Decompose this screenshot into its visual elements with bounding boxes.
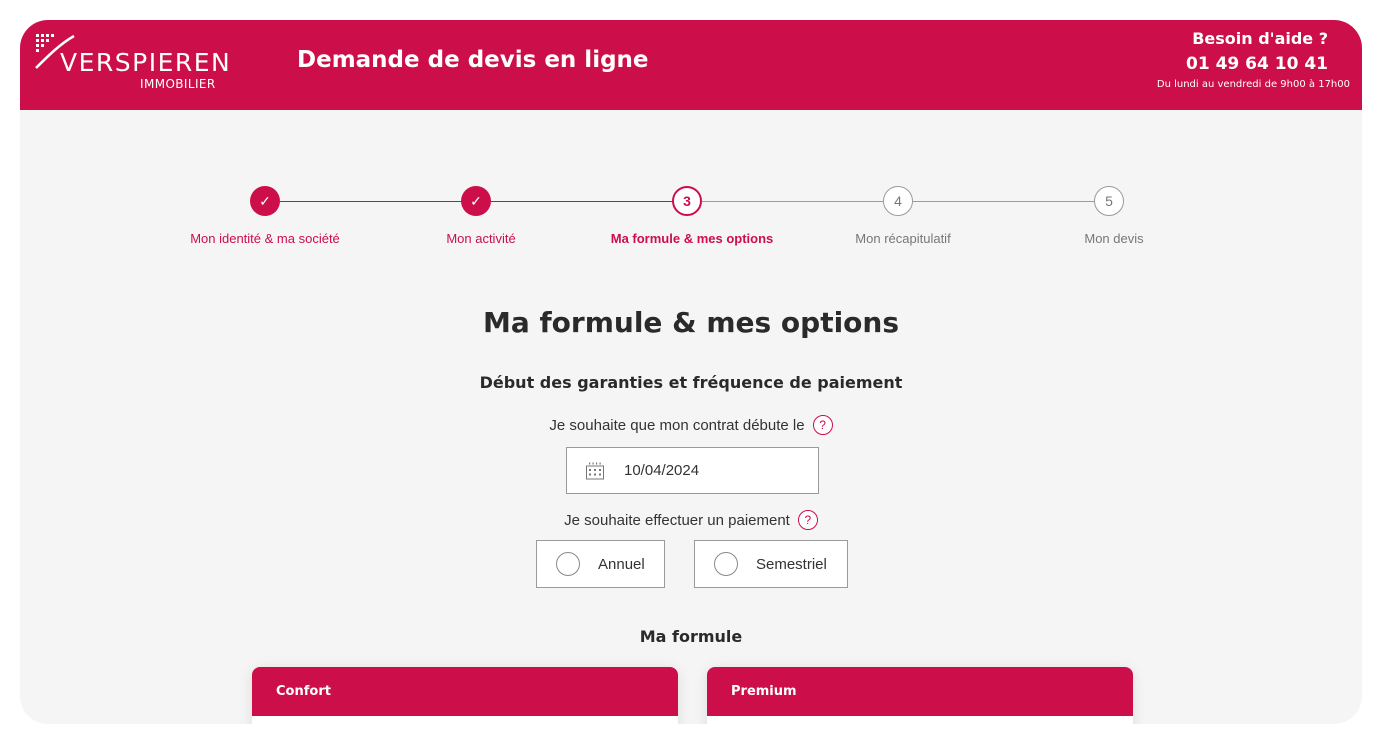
help-phone[interactable]: 01 49 64 10 41 [1090,54,1328,74]
step-5-number: 5 [1105,193,1113,209]
start-date-question-text: Je souhaite que mon contrat débute le [549,416,805,434]
payment-question: Je souhaite effectuer un paiement ? [20,510,1362,530]
step-4-number: 4 [894,193,902,209]
payment-option-annuel[interactable]: Annuel [536,540,665,588]
section-title: Début des garanties et fréquence de paie… [479,373,903,392]
step-4-label: Mon récapitulatif [855,231,951,246]
brand-sub: IMMOBILIER [140,77,216,91]
start-date-question: Je souhaite que mon contrat débute le ? [20,415,1362,435]
radio-circle[interactable] [556,552,580,576]
brand-logo[interactable]: VERSPIEREN IMMOBILIER [34,32,234,92]
payment-option-semestriel[interactable]: Semestriel [694,540,848,588]
step-connector [280,201,476,202]
step-5-marker: 5 [1094,186,1124,216]
help-block: Besoin d'aide ? 01 49 64 10 41 Du lundi … [1090,29,1350,90]
step-2-label[interactable]: Mon activité [371,231,591,246]
app-frame: VERSPIEREN IMMOBILIER Demande de devis e… [20,20,1362,724]
start-date-input[interactable] [624,462,794,479]
start-date-field[interactable] [566,447,819,494]
header: VERSPIEREN IMMOBILIER Demande de devis e… [20,20,1362,110]
step-2-marker[interactable]: ✓ [461,186,491,216]
radio-circle[interactable] [714,552,738,576]
plan-card-confort[interactable]: Confort [252,667,678,724]
header-title: Demande de devis en ligne [297,47,649,73]
step-1-label[interactable]: Mon identité & ma société [155,231,375,246]
step-3-label: Ma formule & mes options [610,231,774,246]
plan-card-title: Confort [252,667,678,716]
calendar-icon [586,462,604,479]
plan-card-premium[interactable]: Premium [707,667,1133,724]
payment-option-label: Annuel [598,555,645,573]
plan-card-title: Premium [707,667,1133,716]
check-icon: ✓ [470,192,482,209]
page-title: Ma formule & mes options [482,306,900,339]
step-3-number: 3 [683,193,691,209]
payment-option-label: Semestriel [756,555,827,573]
help-title: Besoin d'aide ? [1192,29,1328,48]
progress-stepper: ✓ Mon identité & ma société ✓ Mon activi… [20,186,1362,256]
formule-title: Ma formule [639,627,743,646]
step-1-marker[interactable]: ✓ [250,186,280,216]
step-connector [702,201,898,202]
question-circle-icon[interactable]: ? [797,510,818,530]
brand-name: VERSPIEREN [60,48,232,77]
step-connector [913,201,1109,202]
help-hours: Du lundi au vendredi de 9h00 à 17h00 [1156,79,1350,90]
step-3-marker: 3 [672,186,702,216]
step-4-marker: 4 [883,186,913,216]
payment-question-text: Je souhaite effectuer un paiement [564,511,790,529]
question-circle-icon[interactable]: ? [812,415,833,435]
step-5-label: Mon devis [1084,231,1144,246]
step-connector [491,201,687,202]
check-icon: ✓ [259,192,271,209]
